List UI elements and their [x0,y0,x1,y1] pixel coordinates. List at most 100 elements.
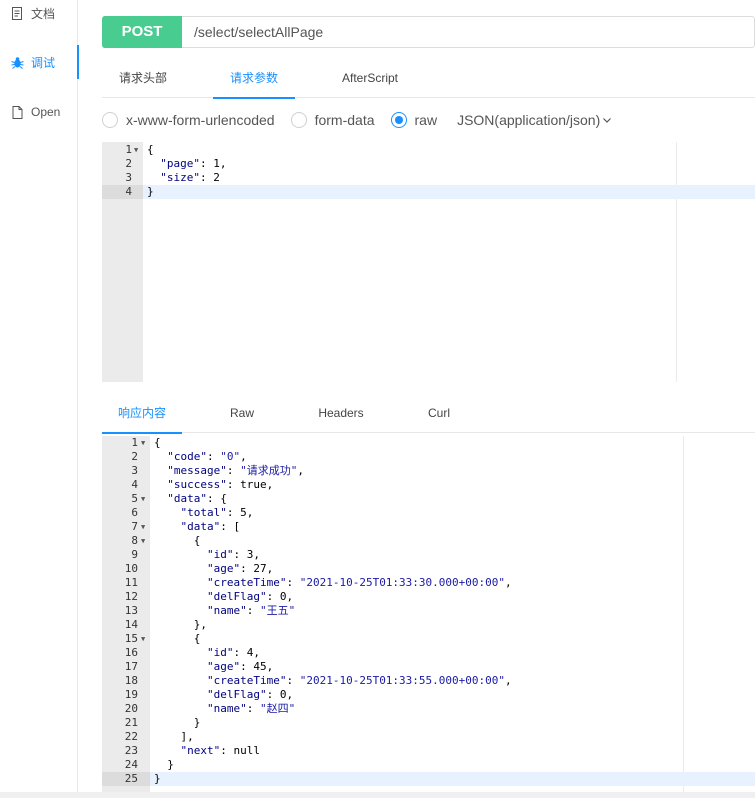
tab-raw[interactable]: Raw [201,393,283,433]
json-punct [154,590,207,603]
code-text: { [147,143,154,157]
json-key: "size" [160,171,200,184]
radio-urlencoded[interactable]: x-www-form-urlencoded [102,112,275,128]
code-line: 7 ▼ "data": [ [102,520,755,534]
json-key: "createTime" [206,576,287,589]
sidebar: 文档 调试 Open [0,0,79,792]
tab-request-params[interactable]: 请求参数 [213,58,295,99]
code-line: 12 "delFlag": 0, [102,590,755,604]
file-icon [10,105,24,119]
code-line: 8 ▼ { [102,534,755,548]
fold-arrow-icon[interactable]: ▼ [141,436,145,450]
tab-curl[interactable]: Curl [398,393,480,433]
code-text: }, [154,618,207,632]
sidebar-item-label: 文档 [31,6,56,21]
sidebar-item-docs[interactable]: 文档 [0,0,78,30]
url-input[interactable]: /select/selectAllPage [182,24,323,40]
code-text: "total": 5, [154,506,254,520]
json-punct: : [226,464,241,477]
radio-circle[interactable] [290,112,307,128]
code-line: 4 "success": true, [102,478,755,492]
json-punct: : 27, [240,562,274,575]
radio-raw[interactable]: raw [390,112,437,128]
tab-response-content[interactable]: 响应内容 [102,393,182,434]
tab-afterscript[interactable]: AfterScript [329,58,411,98]
line-number: 18 [102,674,150,688]
sidebar-item-debug[interactable]: 调试 [0,45,79,79]
line-number: 20 [102,702,150,716]
line-number: 4 [102,185,143,199]
sidebar-item-open[interactable]: Open [0,95,78,129]
json-punct: : { [207,492,227,505]
fold-arrow-icon[interactable]: ▼ [141,492,145,506]
json-key: "age" [206,660,241,673]
json-string: "2021-10-25T01:33:55.000+00:00" [299,674,506,687]
line-number: 12 [102,590,150,604]
line-number: 3 [102,171,143,185]
json-punct [147,171,160,184]
fold-arrow-icon[interactable]: ▼ [134,143,138,157]
horizontal-scrollbar[interactable] [0,792,755,798]
line-number: 11 [102,576,150,590]
request-body-editor[interactable]: 1 ▼{2 "page": 1, 3 "size": 2 4} [102,142,755,382]
code-text: "success": true, [154,478,273,492]
json-punct [154,674,207,687]
code-line: 9 "id": 3, [102,548,755,562]
code-line: 3 "message": "请求成功", [102,464,755,478]
line-number: 23 [102,744,150,758]
response-body-viewer[interactable]: 1 ▼{2 "code": "0", 3 "message": "请求成功", 4 "… [102,436,755,792]
json-key: "code" [167,450,207,463]
code-text: "delFlag": 0, [154,590,293,604]
content-type-dropdown[interactable]: JSON(application/json) [457,112,612,128]
code-line: 16 "id": 4, [102,646,755,660]
json-punct: : 0, [266,688,294,701]
code-text: "id": 3, [154,548,260,562]
json-punct: : [286,576,300,589]
fold-arrow-icon[interactable]: ▼ [141,520,145,534]
json-punct: : [286,674,300,687]
tab-request-headers[interactable]: 请求头部 [102,58,184,98]
json-punct: : 2 [200,171,220,184]
code-line: 21 } [102,716,755,730]
json-punct [154,604,207,617]
json-punct: { [154,632,201,645]
bug-icon [10,55,24,69]
json-punct: , [240,450,247,463]
json-key: "data" [167,492,207,505]
code-text: "age": 27, [154,562,273,576]
line-number: 24 [102,758,150,772]
line-number: 16 [102,646,150,660]
json-punct [154,562,207,575]
tab-headers[interactable]: Headers [300,393,382,433]
json-key: "success" [167,478,227,491]
radio-circle[interactable] [390,112,407,128]
fold-arrow-icon[interactable]: ▼ [141,632,145,646]
code-line: 1 ▼{ [102,143,755,157]
json-punct: { [154,436,161,449]
code-line: 2 "code": "0", [102,450,755,464]
code-text: "createTime": "2021-10-25T01:33:55.000+0… [154,674,512,688]
json-punct [154,506,181,519]
fold-arrow-icon[interactable]: ▼ [141,534,145,548]
json-punct: : 4, [233,646,260,659]
code-line: 10 "age": 27, [102,562,755,576]
code-text: "message": "请求成功", [154,464,304,478]
code-line: 23 "next": null [102,744,755,758]
json-punct [154,646,207,659]
json-punct [154,548,207,561]
code-text: "createTime": "2021-10-25T01:33:30.000+0… [154,576,512,590]
chevron-down-icon [602,115,612,125]
code-text: { [154,534,201,548]
method-badge[interactable]: POST [102,15,182,48]
radio-form-data[interactable]: form-data [290,112,375,128]
json-punct: } [154,772,161,785]
code-line: 13 "name": "王五" [102,604,755,618]
content-type-label: JSON(application/json) [457,112,601,128]
code-text: "page": 1, [147,157,226,171]
json-key: "id" [206,548,234,561]
line-number: 6 [102,506,150,520]
code-line: 15 ▼ { [102,632,755,646]
radio-circle[interactable] [102,112,118,128]
radio-label: form-data [314,112,375,128]
json-string: "请求成功" [240,464,298,477]
